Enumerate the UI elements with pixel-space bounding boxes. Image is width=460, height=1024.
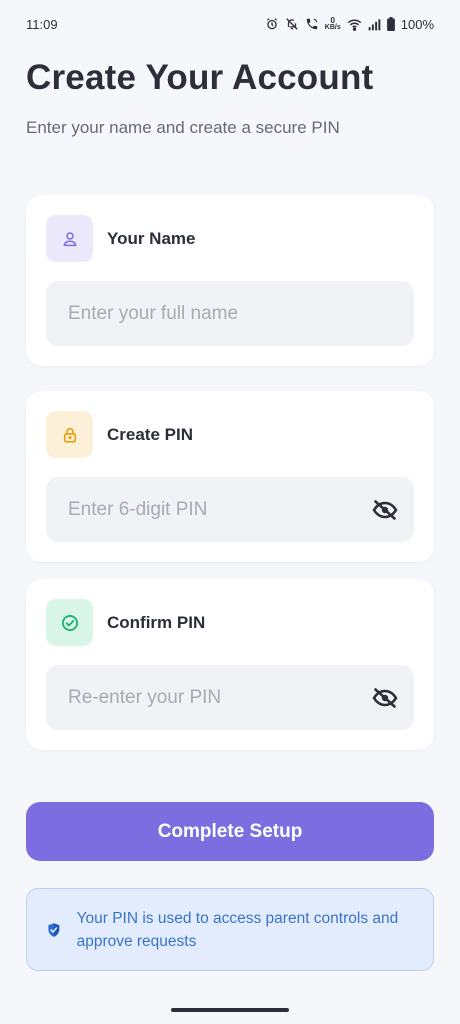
name-label: Your Name [107, 228, 196, 248]
confirm-pin-input[interactable] [68, 665, 370, 730]
bell-off-icon [286, 18, 298, 30]
signal-icon [368, 18, 381, 30]
complete-setup-button[interactable]: Complete Setup [26, 802, 434, 861]
lock-icon [46, 411, 93, 458]
create-pin-field[interactable] [46, 477, 414, 542]
create-account-screen: 11:09 0 KB/s 100% Create Your Account Ent… [0, 0, 460, 1024]
alarm-icon [266, 18, 277, 30]
confirm-pin-label: Confirm PIN [107, 612, 206, 632]
wifi-icon [347, 18, 361, 31]
battery-icon [386, 17, 395, 31]
create-pin-input[interactable] [68, 477, 370, 542]
name-card-header: Your Name [46, 215, 196, 262]
person-icon [46, 215, 93, 262]
confirm-pin-field[interactable] [46, 665, 414, 730]
eye-off-icon[interactable] [370, 495, 400, 525]
create-pin-label: Create PIN [107, 424, 193, 444]
name-card: Your Name [26, 195, 434, 366]
confirm-pin-card-header: Confirm PIN [46, 599, 205, 646]
pin-info-box: Your PIN is used to access parent contro… [26, 888, 434, 971]
shield-icon [48, 922, 60, 937]
wifi-call-icon [306, 18, 318, 30]
battery-level: 100% [400, 16, 434, 32]
name-field[interactable] [46, 281, 414, 346]
name-input[interactable] [68, 281, 400, 346]
confirm-pin-card: Confirm PIN [26, 579, 434, 750]
pin-info-text: Your PIN is used to access parent contro… [76, 909, 399, 950]
page-subtitle: Enter your name and create a secure PIN [26, 118, 340, 137]
eye-off-icon[interactable] [370, 683, 400, 713]
create-pin-card-header: Create PIN [46, 411, 193, 458]
home-indicator[interactable] [171, 1008, 289, 1012]
kbs-icon: 0 KB/s [324, 16, 341, 32]
page-title: Create Your Account [26, 58, 374, 97]
status-bar: 11:09 0 KB/s 100% [0, 0, 460, 48]
status-icons: 0 KB/s 100% [265, 17, 434, 32]
create-pin-card: Create PIN [26, 391, 434, 562]
check-circle-icon [46, 599, 93, 646]
status-time: 11:09 [26, 16, 58, 32]
